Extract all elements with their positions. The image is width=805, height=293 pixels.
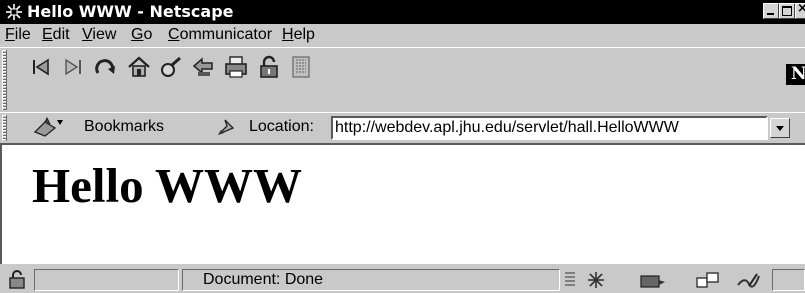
window-title: Hello WWW - Netscape <box>27 2 234 21</box>
stop-icon[interactable] <box>288 54 314 80</box>
menu-communicator-label: ommunicator <box>179 26 273 43</box>
home-icon[interactable] <box>126 54 152 80</box>
page-content: Hello WWW <box>0 143 805 264</box>
security-icon[interactable] <box>256 54 282 80</box>
url-history-dropdown[interactable] <box>770 118 790 138</box>
forward-icon[interactable] <box>60 54 86 80</box>
navigation-toolbar: N <box>0 47 805 111</box>
menu-communicator-mnemonic: C <box>168 26 180 43</box>
menu-communicator[interactable]: Communicator <box>168 25 272 45</box>
location-toolbar: Bookmarks Location: <box>0 112 805 142</box>
reload-icon[interactable] <box>93 54 119 80</box>
menu-help-label: elp <box>293 26 315 43</box>
status-panel: Document: Done <box>182 269 560 291</box>
menu-edit-mnemonic: E <box>42 26 53 43</box>
navigator-icon[interactable] <box>585 270 607 290</box>
toolbar-grip[interactable] <box>2 50 7 110</box>
menu-help[interactable]: Help <box>282 25 315 45</box>
bookmarks-button[interactable]: Bookmarks <box>84 117 164 137</box>
menu-view-label: iew <box>92 26 117 43</box>
page-heading: Hello WWW <box>32 158 302 213</box>
url-field[interactable] <box>331 116 768 140</box>
menu-view-mnemonic: V <box>82 26 93 43</box>
close-button[interactable]: × <box>795 1 805 19</box>
netscape-logo[interactable]: N <box>786 64 805 85</box>
menu-go-label: o <box>143 26 153 43</box>
bookmarks-icon[interactable] <box>33 116 65 138</box>
page-proxy-icon[interactable] <box>215 116 237 138</box>
back-icon[interactable] <box>28 54 54 80</box>
netscape-app-icon <box>6 4 22 20</box>
close-icon: × <box>797 1 805 16</box>
menu-view[interactable]: View <box>82 25 116 45</box>
menu-go[interactable]: Go <box>131 25 152 45</box>
browser-window: Hello WWW - Netscape × File Edit View Go… <box>0 0 805 293</box>
composer-icon[interactable] <box>735 270 761 290</box>
title-bar[interactable]: Hello WWW - Netscape × <box>0 0 805 24</box>
discussions-icon[interactable] <box>695 270 721 290</box>
menu-edit[interactable]: Edit <box>42 25 70 45</box>
menu-file[interactable]: File <box>5 25 31 45</box>
menu-file-mnemonic: F <box>5 26 15 43</box>
url-input[interactable] <box>333 118 766 138</box>
progress-panel <box>34 269 179 291</box>
menu-help-mnemonic: H <box>282 26 294 43</box>
location-label: Location: <box>249 118 314 135</box>
print-icon[interactable] <box>223 54 249 80</box>
mail-icon[interactable] <box>639 270 667 290</box>
menu-file-label: ile <box>14 26 31 43</box>
minimize-button[interactable] <box>763 3 779 19</box>
status-bar: Document: Done <box>0 265 805 293</box>
status-text: Document: Done <box>203 271 324 288</box>
netscape-logo-letter: N <box>791 64 805 84</box>
resize-grip[interactable] <box>772 269 805 291</box>
menu-edit-label: dit <box>52 26 70 43</box>
maximize-button[interactable] <box>779 3 795 19</box>
guide-icon[interactable] <box>190 54 216 80</box>
location-toolbar-grip[interactable] <box>2 115 7 141</box>
menu-go-mnemonic: G <box>131 26 144 43</box>
menu-bar: File Edit View Go Communicator Help <box>0 24 805 46</box>
search-icon[interactable] <box>158 54 184 80</box>
security-lock-icon[interactable] <box>6 269 28 289</box>
component-bar-grip-icon[interactable] <box>563 270 577 290</box>
